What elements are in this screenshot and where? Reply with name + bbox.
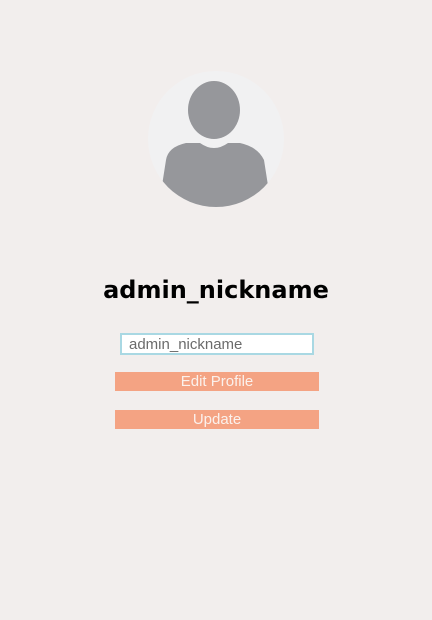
update-button[interactable]: Update	[115, 410, 319, 429]
profile-display-name: admin_nickname	[103, 276, 329, 304]
user-silhouette-icon	[158, 81, 272, 207]
nickname-input[interactable]	[120, 333, 314, 355]
avatar	[148, 71, 284, 207]
edit-profile-button[interactable]: Edit Profile	[115, 372, 319, 391]
